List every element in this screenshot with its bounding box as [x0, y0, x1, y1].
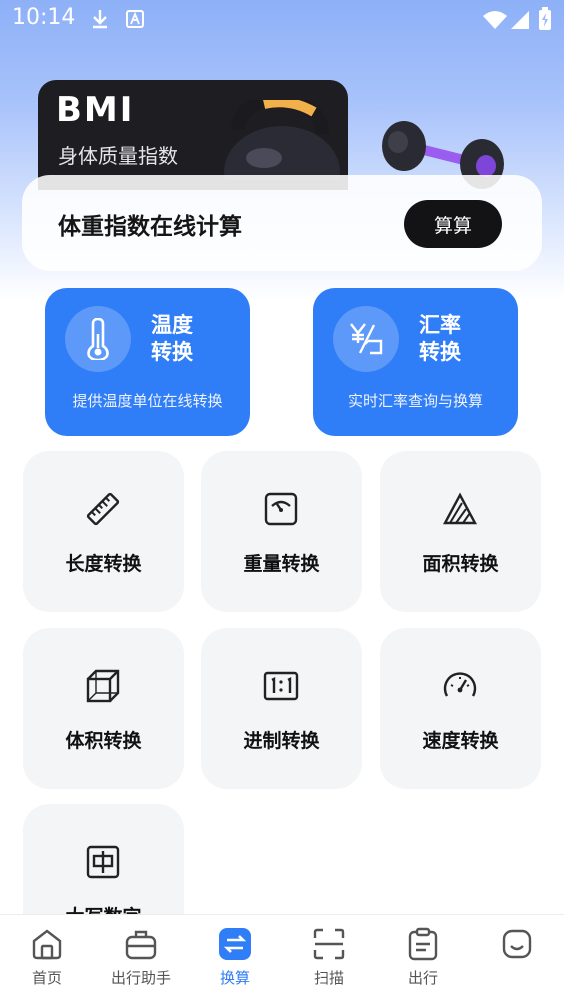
scale-icon	[264, 492, 298, 526]
translate-icon	[126, 10, 144, 28]
tool-label: 进制转换	[243, 730, 320, 752]
bmi-subtitle: 身体质量指数	[58, 144, 178, 168]
bmi-calculate-button[interactable]: 算算	[404, 200, 502, 248]
nav-item-travel[interactable]: 出行	[376, 927, 470, 988]
area-icon	[442, 492, 478, 525]
currency-exchange-icon	[333, 306, 399, 372]
tool-tile-base[interactable]: 进制转换	[201, 628, 362, 789]
nav-label: 首页	[31, 969, 62, 987]
nav-label: 出行	[407, 969, 438, 987]
ratio-icon	[263, 671, 299, 701]
kettlebell-icon	[224, 100, 340, 180]
luggage-icon	[125, 930, 157, 960]
tool-label: 面积转换	[422, 553, 499, 575]
nav-item-home[interactable]: 首页	[0, 927, 94, 988]
exchange-card-title: 汇率转换	[419, 313, 461, 364]
temperature-card-title: 温度转换	[151, 313, 193, 364]
download-icon	[93, 10, 107, 29]
home-icon	[32, 929, 62, 960]
ruler-icon	[86, 492, 120, 526]
nav-item-scan[interactable]: 扫描	[282, 927, 376, 988]
thermometer-icon	[65, 306, 131, 372]
nav-label: 换算	[219, 969, 250, 987]
exchange-icon	[219, 928, 251, 960]
status-bar: 10:14	[0, 0, 564, 40]
exchange-rate-card[interactable]: 汇率转换 实时汇率查询与换算	[313, 288, 518, 436]
tool-label: 长度转换	[65, 553, 142, 575]
bmi-panel-text: 体重指数在线计算	[58, 214, 242, 240]
speedometer-icon	[443, 672, 477, 697]
status-time: 10:14	[12, 5, 76, 30]
nav-item-convert[interactable]: 换算	[188, 927, 282, 988]
temperature-conversion-card[interactable]: 温度转换 提供温度单位在线转换	[45, 288, 250, 436]
clipboard-icon	[408, 927, 438, 961]
exchange-card-desc: 实时汇率查询与换算	[347, 392, 483, 410]
nav-label: 出行助手	[110, 969, 171, 987]
tool-tile-length[interactable]: 长度转换	[23, 451, 184, 612]
cube-icon	[86, 669, 120, 703]
scan-icon	[313, 928, 345, 960]
bottom-navigation: 首页 出行助手 换算 扫描 出行	[0, 914, 564, 1004]
bmi-title: BMI	[56, 90, 135, 130]
tool-label: 速度转换	[422, 730, 499, 752]
bmi-calculator-panel: 体重指数在线计算 算算	[22, 175, 542, 271]
tool-label: 体积转换	[65, 730, 142, 752]
temperature-card-desc: 提供温度单位在线转换	[72, 392, 223, 410]
nav-item-travel-assistant[interactable]: 出行助手	[94, 927, 188, 988]
nav-label: 扫描	[313, 969, 344, 987]
chinese-char-icon	[86, 845, 120, 879]
battery-icon	[539, 7, 551, 30]
tool-label: 重量转换	[243, 553, 320, 575]
nav-item-profile[interactable]	[470, 927, 564, 967]
tool-tile-area[interactable]: 面积转换	[380, 451, 541, 612]
wifi-icon	[483, 11, 507, 29]
tool-tile-weight[interactable]: 重量转换	[201, 451, 362, 612]
tool-tile-speed[interactable]: 速度转换	[380, 628, 541, 789]
tool-tile-volume[interactable]: 体积转换	[23, 628, 184, 789]
signal-icon	[511, 11, 529, 29]
profile-icon	[502, 929, 532, 959]
